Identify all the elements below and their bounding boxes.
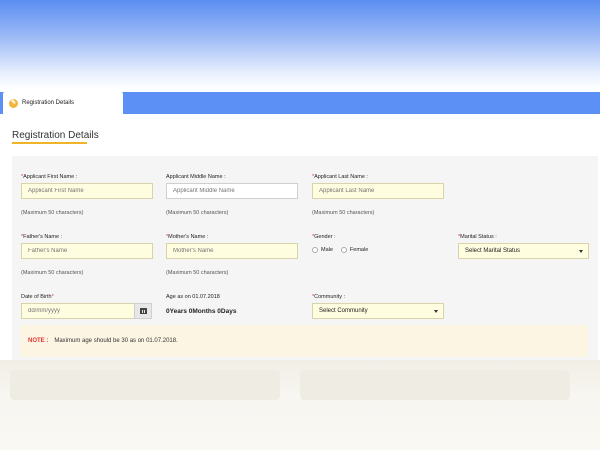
gender-female-radio[interactable] bbox=[340, 247, 347, 253]
footer-area bbox=[0, 360, 600, 450]
mother-name-hint: (Maximum 50 characters) bbox=[166, 270, 229, 276]
calendar-icon bbox=[139, 308, 147, 314]
last-name-input[interactable] bbox=[312, 183, 444, 199]
tab-bar: ✎ Registration Details bbox=[0, 92, 600, 114]
community-label: *Community : bbox=[312, 294, 346, 300]
registration-icon: ✎ bbox=[9, 98, 18, 108]
middle-name-hint: (Maximum 50 characters) bbox=[166, 210, 229, 216]
mother-name-label: *Mother's Name : bbox=[166, 234, 209, 240]
section-title: Registration Details bbox=[12, 130, 99, 141]
note-text: Maximum age should be 30 as on 01.07.201… bbox=[54, 338, 178, 344]
father-name-hint: (Maximum 50 characters) bbox=[21, 270, 84, 276]
father-name-label: *Father's Name : bbox=[21, 234, 63, 240]
last-name-label: *Applicant Last Name : bbox=[312, 174, 368, 180]
middle-name-input[interactable] bbox=[166, 183, 298, 199]
chevron-down-icon bbox=[579, 250, 583, 253]
middle-name-label: Applicant Middle Name : bbox=[166, 174, 226, 180]
first-name-hint: (Maximum 50 characters) bbox=[21, 210, 84, 216]
gender-male-radio[interactable] bbox=[312, 247, 318, 253]
age-label: Age as on 01.07.2018 bbox=[166, 294, 220, 300]
first-name-label: *Applicant First Name : bbox=[21, 174, 78, 180]
tab-registration-details[interactable]: ✎ Registration Details bbox=[3, 92, 123, 114]
gender-label: *Gender : bbox=[312, 234, 336, 240]
note-box: NOTE : Maximum age should be 30 as on 01… bbox=[20, 325, 588, 357]
section-underline bbox=[12, 142, 87, 144]
gender-male-label: Male bbox=[321, 247, 333, 253]
marital-status-label: *Marital Status : bbox=[458, 234, 497, 240]
header-banner bbox=[0, 0, 600, 90]
note-label: NOTE : bbox=[28, 338, 49, 344]
gender-female-label: Female bbox=[349, 247, 369, 253]
dob-label: Date of Birth* bbox=[21, 294, 54, 300]
calendar-button[interactable] bbox=[134, 303, 152, 319]
community-select[interactable]: Select Community bbox=[312, 303, 444, 319]
dob-input[interactable] bbox=[21, 303, 135, 319]
chevron-down-icon bbox=[434, 310, 438, 313]
father-name-input[interactable] bbox=[21, 243, 153, 259]
marital-status-select[interactable]: Select Marital Status bbox=[458, 243, 589, 259]
marital-status-value: Select Marital Status bbox=[465, 248, 521, 254]
community-value: Select Community bbox=[319, 308, 368, 314]
tab-label: Registration Details bbox=[22, 100, 75, 106]
first-name-input[interactable] bbox=[21, 183, 153, 199]
age-value: 0Years 0Months 0Days bbox=[166, 308, 237, 315]
gender-radio-group: Male Female bbox=[312, 247, 376, 253]
last-name-hint: (Maximum 50 characters) bbox=[312, 210, 375, 216]
mother-name-input[interactable] bbox=[166, 243, 298, 259]
